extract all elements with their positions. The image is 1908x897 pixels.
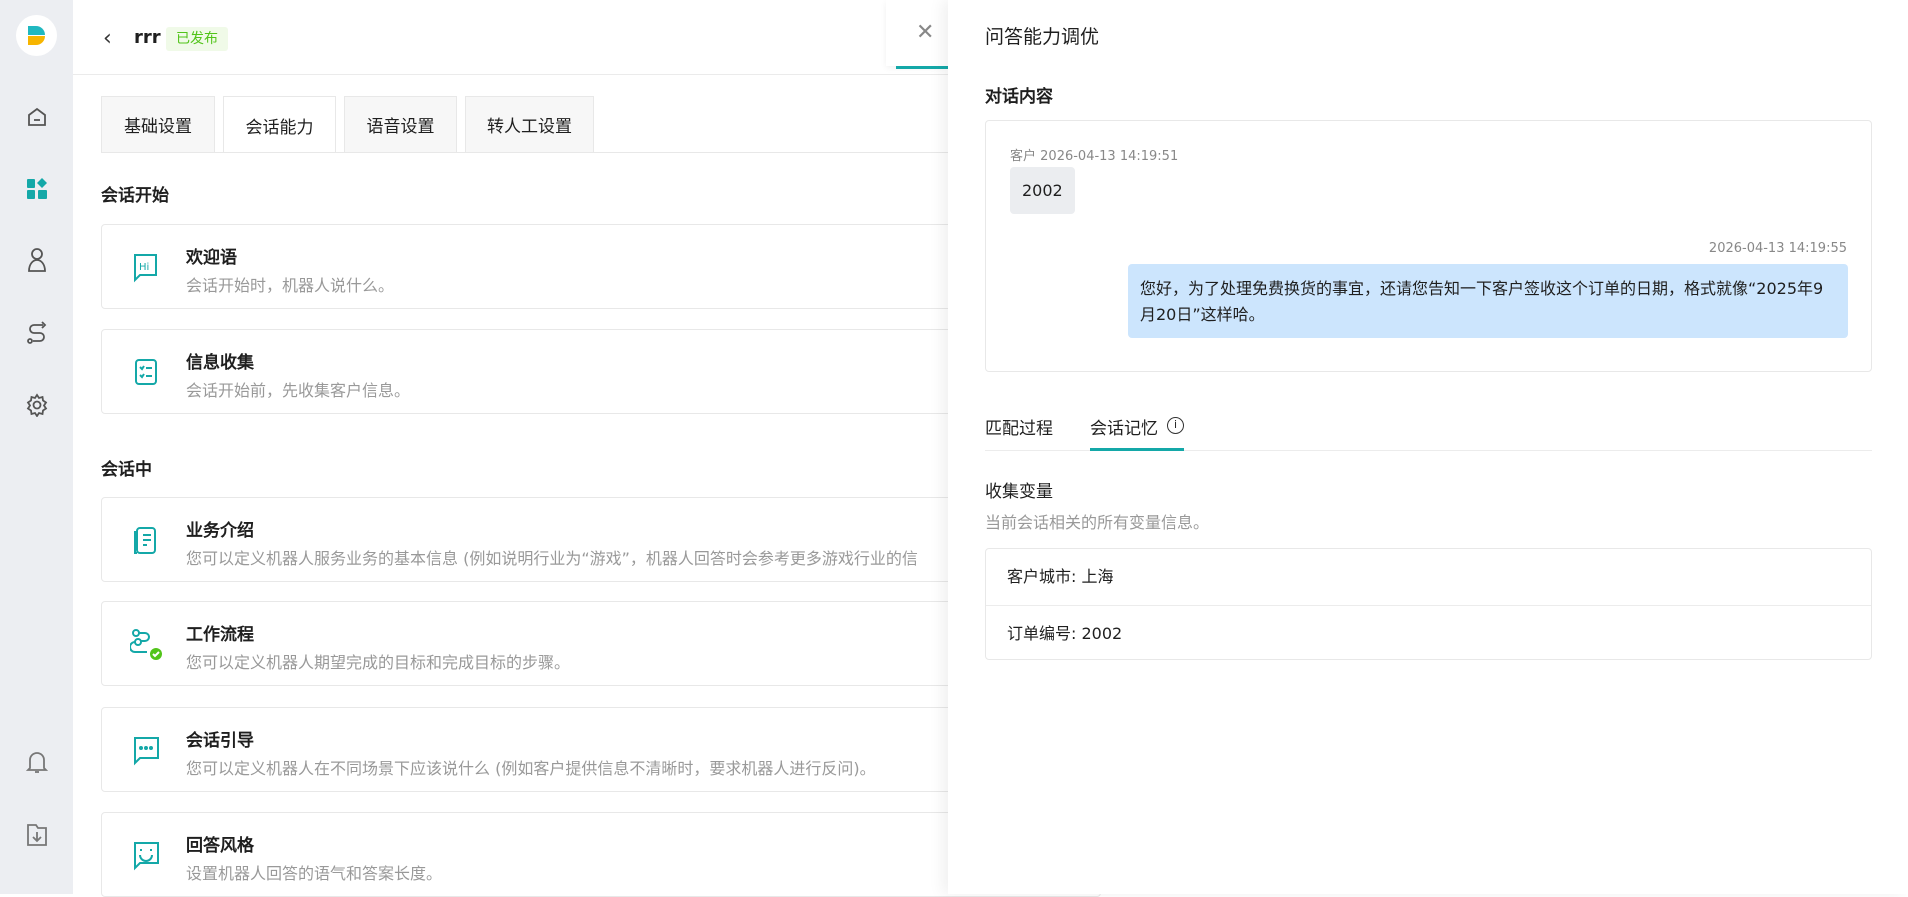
bell-icon[interactable] bbox=[24, 749, 50, 775]
card-title: 业务介绍 bbox=[186, 521, 254, 541]
bot-title: rrr bbox=[134, 27, 161, 48]
back-arrow-icon[interactable]: ‹ bbox=[103, 26, 112, 51]
card-description: 您可以定义机器人在不同场景下应该说什么 (例如客户提供信息不清晰时，要求机器人进… bbox=[186, 759, 876, 778]
smile-chat-icon bbox=[130, 839, 162, 871]
checklist-icon bbox=[130, 356, 162, 388]
timestamp: 2026-04-13 14:19:51 bbox=[1040, 149, 1179, 164]
route-icon[interactable] bbox=[24, 320, 50, 346]
settings-tabs: 基础设置 会话能力 语音设置 转人工设置 bbox=[101, 96, 594, 153]
workflow-icon bbox=[129, 628, 162, 660]
close-drawer-button[interactable]: ✕ bbox=[886, 0, 948, 66]
section-title: 会话中 bbox=[101, 460, 152, 480]
user-icon[interactable] bbox=[24, 247, 50, 273]
conversation-box: 客户 2026-04-13 14:19:51 2002 2026-04-13 1… bbox=[985, 120, 1872, 372]
variable-row: 订单编号: 2002 bbox=[986, 605, 1871, 661]
card-title: 工作流程 bbox=[186, 625, 254, 645]
tab-conversation-ability[interactable]: 会话能力 bbox=[223, 96, 336, 153]
home-icon[interactable] bbox=[24, 104, 50, 130]
apps-icon[interactable] bbox=[24, 176, 50, 202]
app-logo[interactable] bbox=[16, 15, 57, 56]
sender-label: 客户 bbox=[1010, 149, 1037, 164]
tab-match-process[interactable]: 匹配过程 bbox=[985, 414, 1053, 439]
tab-human-transfer[interactable]: 转人工设置 bbox=[465, 96, 594, 152]
info-icon[interactable]: i bbox=[1167, 417, 1184, 434]
drawer-tabs: 匹配过程 会话记忆 i bbox=[985, 414, 1872, 451]
hi-chat-icon: Hi bbox=[130, 251, 162, 283]
svg-text:Hi: Hi bbox=[139, 262, 149, 273]
card-description: 您可以定义机器人期望完成的目标和完成目标的步骤。 bbox=[186, 653, 571, 672]
sidebar bbox=[0, 0, 73, 894]
conversation-title: 对话内容 bbox=[985, 87, 1053, 107]
close-icon: ✕ bbox=[916, 20, 935, 45]
variables-title: 收集变量 bbox=[985, 482, 1053, 502]
drawer-title: 问答能力调优 bbox=[985, 26, 1100, 48]
card-title: 回答风格 bbox=[186, 836, 254, 856]
tab-voice-settings[interactable]: 语音设置 bbox=[344, 96, 457, 152]
chat-dots-icon bbox=[130, 734, 162, 766]
customer-message-meta: 客户 2026-04-13 14:19:51 bbox=[1010, 145, 1178, 164]
section-title: 会话开始 bbox=[101, 186, 169, 206]
variables-description: 当前会话相关的所有变量信息。 bbox=[985, 513, 1210, 532]
card-title: 信息收集 bbox=[186, 353, 254, 373]
tab-active-indicator bbox=[896, 66, 948, 69]
bot-message-bubble: 您好，为了处理免费换货的事宜，还请您告知一下客户签收这个订单的日期，格式就像“2… bbox=[1128, 264, 1848, 338]
settings-gear-icon[interactable] bbox=[24, 392, 50, 418]
qa-tuning-drawer: 问答能力调优 对话内容 客户 2026-04-13 14:19:51 2002 … bbox=[948, 0, 1908, 894]
card-description: 会话开始前，先收集客户信息。 bbox=[186, 381, 411, 400]
document-icon bbox=[130, 524, 162, 556]
card-title: 会话引导 bbox=[186, 731, 254, 751]
status-badge: 已发布 bbox=[166, 27, 228, 51]
tab-conversation-memory[interactable]: 会话记忆 i bbox=[1090, 414, 1184, 451]
variable-row: 客户城市: 上海 bbox=[1007, 567, 1114, 586]
card-description: 您可以定义机器人服务业务的基本信息 (例如说明行业为“游戏”，机器人回答时会参考… bbox=[186, 549, 918, 568]
customer-message-bubble: 2002 bbox=[1010, 167, 1075, 214]
tab-label: 会话记忆 bbox=[1090, 419, 1158, 439]
variables-list: 客户城市: 上海 订单编号: 2002 bbox=[985, 548, 1872, 660]
card-description: 设置机器人回答的语气和答案长度。 bbox=[186, 864, 443, 883]
card-description: 会话开始时，机器人说什么。 bbox=[186, 276, 395, 295]
card-title: 欢迎语 bbox=[186, 248, 237, 268]
download-folder-icon[interactable] bbox=[24, 822, 50, 848]
bot-message-timestamp: 2026-04-13 14:19:55 bbox=[1708, 241, 1847, 256]
tab-basic-settings[interactable]: 基础设置 bbox=[101, 96, 215, 152]
